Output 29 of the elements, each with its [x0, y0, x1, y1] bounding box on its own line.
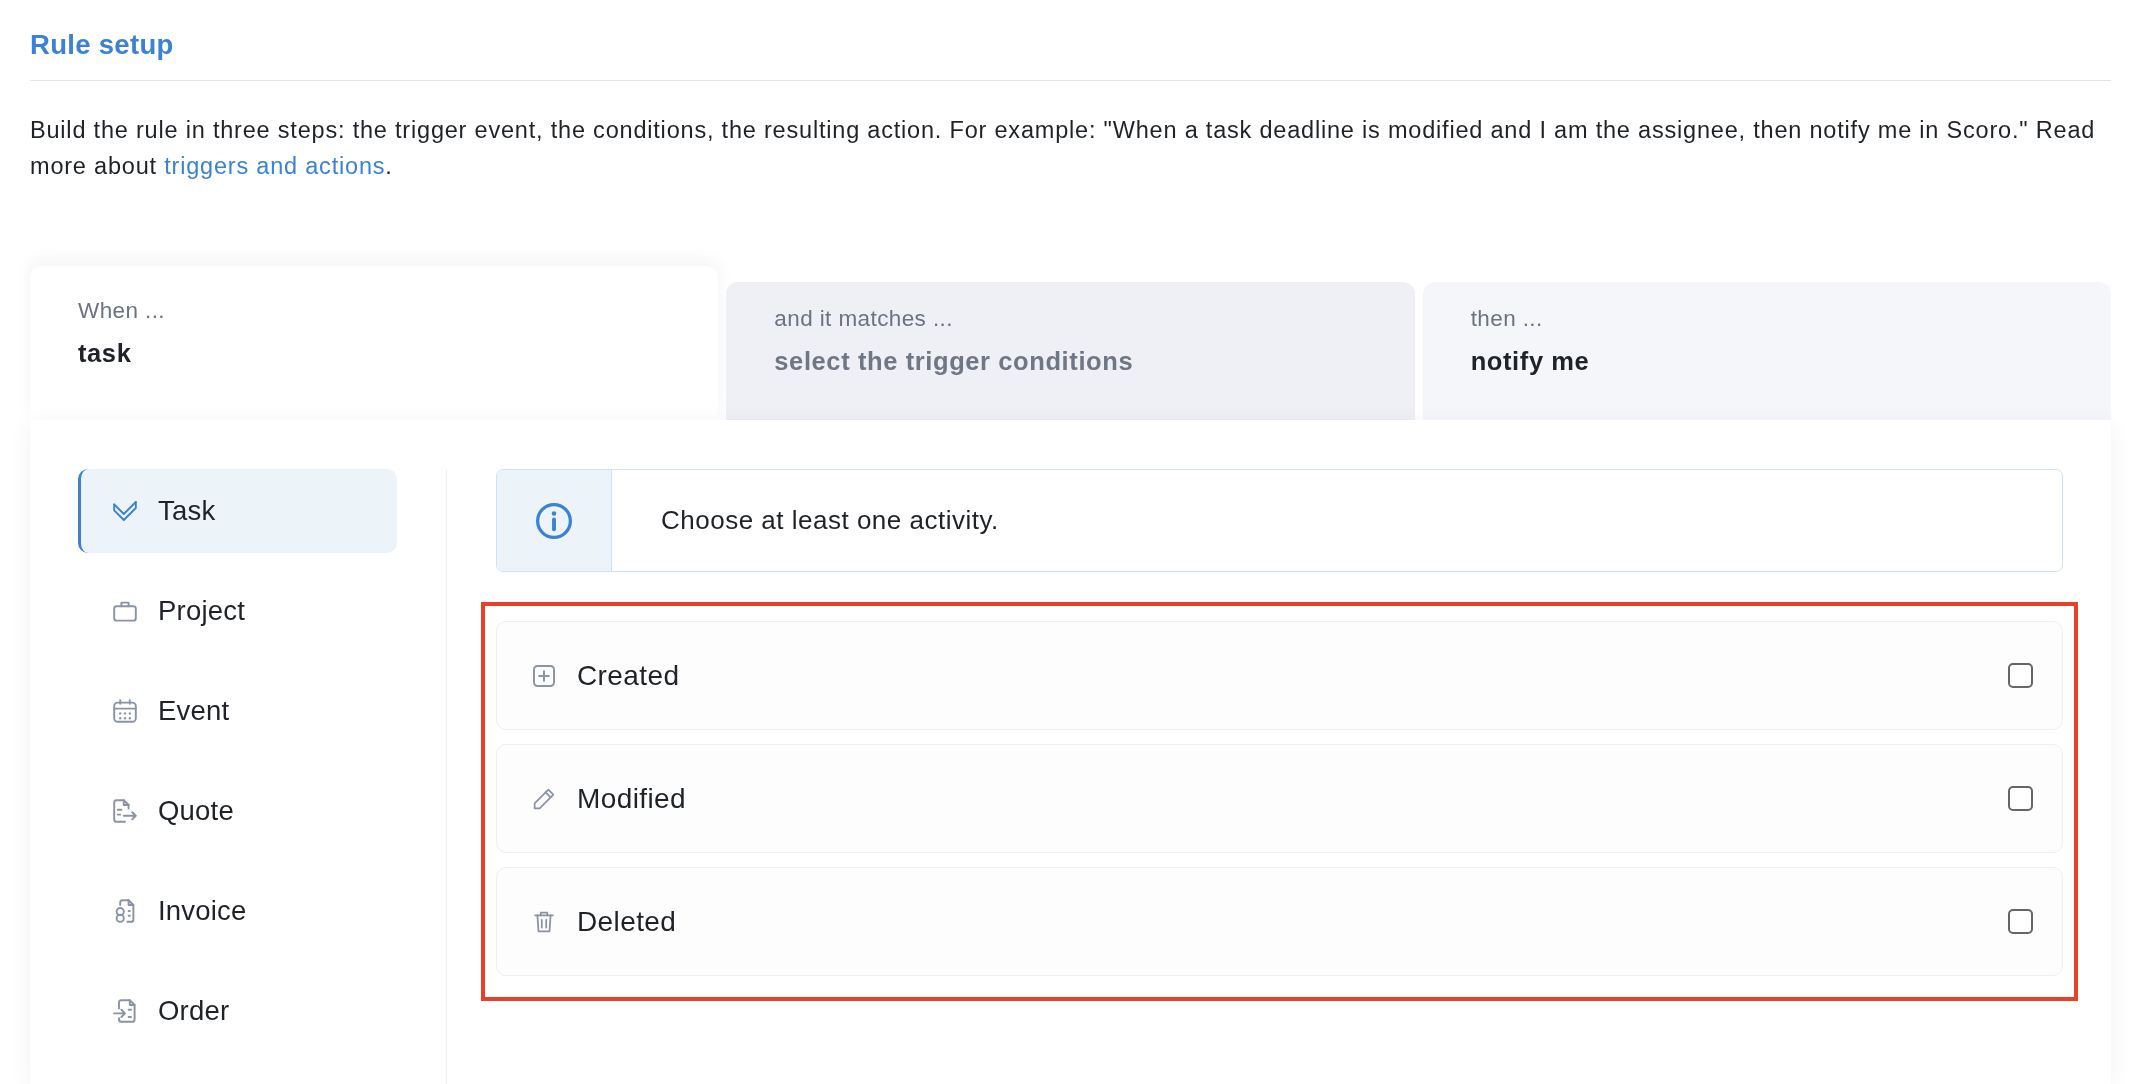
- page-title: Rule setup: [30, 29, 174, 61]
- activity-label: Deleted: [577, 905, 678, 938]
- sidebar-item[interactable]: Quote: [78, 769, 397, 853]
- checkbox[interactable]: [2008, 663, 2033, 688]
- check-icon: [113, 499, 137, 523]
- step-tab[interactable]: When ... task: [30, 266, 719, 420]
- sidebar-item[interactable]: Order: [78, 969, 397, 1053]
- sidebar-item[interactable]: Task: [78, 469, 397, 553]
- document-arrow-icon: [113, 799, 137, 823]
- description-text: Build the rule in three steps: the trigger event, the conditions, the resulting action. For example: "When a task deadline is modified and I am the assignee, then notify me in Scoro." Read more about triggers and actions.: [30, 116, 2097, 181]
- step-tab[interactable]: then ... notify me: [1422, 282, 2111, 420]
- pencil-icon: [533, 787, 555, 810]
- notice-text: Choose at least one activity.: [661, 505, 999, 536]
- plus-square-icon: [533, 664, 555, 687]
- checkbox[interactable]: [2008, 909, 2033, 934]
- info-icon: [536, 502, 572, 539]
- trash-icon: [533, 910, 555, 933]
- checkbox[interactable]: [2008, 786, 2033, 811]
- activity-label: Created: [577, 659, 681, 692]
- sidebar-item[interactable]: Project: [78, 569, 397, 653]
- activity-label: Modified: [577, 782, 688, 815]
- calendar-icon: [113, 699, 137, 723]
- sidebar-item[interactable]: Event: [78, 669, 397, 753]
- sidebar-item[interactable]: Invoice: [78, 869, 397, 953]
- help-link[interactable]: triggers and actions: [164, 153, 386, 179]
- step-tab[interactable]: and it matches ... select the trigger conditions: [726, 282, 1415, 420]
- briefcase-icon: [113, 599, 137, 623]
- document-coins-icon: [113, 899, 137, 923]
- document-arrow-icon: [113, 999, 137, 1023]
